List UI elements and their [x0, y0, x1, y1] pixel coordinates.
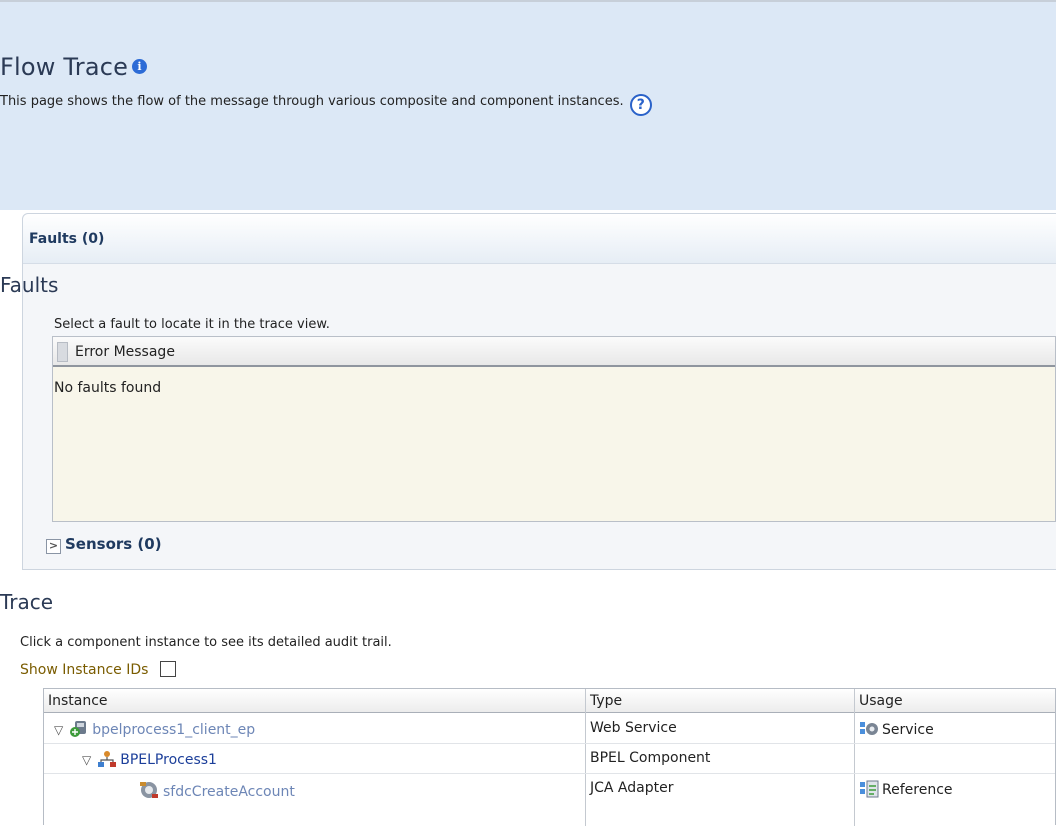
usage-cell: Reference [859, 780, 953, 802]
instance-cell: ▽ bpelprocess1_client_ep [54, 720, 255, 742]
service-icon [859, 720, 879, 742]
type-cell: Web Service [590, 720, 677, 736]
no-faults-text: No faults found [54, 380, 162, 396]
expand-chevron-icon[interactable]: > [46, 539, 61, 554]
error-message-column-header[interactable]: Error Message [75, 344, 175, 360]
show-instance-ids-label: Show Instance IDs [20, 662, 149, 678]
info-icon[interactable]: i [132, 59, 148, 74]
show-instance-ids-control[interactable]: Show Instance IDs [20, 661, 177, 678]
instance-cell: sfdcCreateAccount [138, 780, 295, 804]
web-service-icon [69, 720, 89, 742]
type-column-header[interactable]: Type [590, 693, 622, 709]
trace-instruction: Click a component instance to see its de… [20, 635, 392, 650]
help-icon[interactable]: ? [629, 94, 652, 116]
sensors-section-toggle[interactable]: > Sensors (0) [46, 535, 162, 554]
instance-link[interactable]: bpelprocess1_client_ep [92, 722, 255, 738]
trace-table: Instance Type Usage ▽ bpelprocess1_clien… [43, 688, 1056, 826]
table-row[interactable]: ▽ BPELProcess1 BPEL Component [44, 744, 1055, 773]
faults-panel-header[interactable]: Faults (0) [23, 214, 1056, 264]
instance-cell: ▽ BPELProcess1 [82, 750, 217, 772]
sensors-label: Sensors (0) [65, 535, 162, 553]
instance-link[interactable]: BPELProcess1 [120, 752, 217, 768]
usage-label: Service [882, 722, 934, 738]
type-cell: JCA Adapter [590, 780, 674, 796]
instance-link[interactable]: sfdcCreateAccount [163, 784, 295, 800]
collapse-toggle-icon[interactable]: ▽ [82, 753, 91, 767]
trace-heading: Trace [0, 590, 54, 614]
trace-table-header: Instance Type Usage [44, 689, 1055, 713]
usage-cell: Service [859, 720, 934, 742]
show-instance-ids-checkbox[interactable] [160, 661, 177, 677]
adapter-icon [138, 780, 160, 804]
page-description: This page shows the flow of the message … [0, 94, 652, 116]
bpel-component-icon [97, 750, 117, 772]
faults-table-header[interactable]: Error Message [53, 337, 1055, 367]
table-row[interactable]: ▽ bpelprocess1_client_ep Web Service Ser… [44, 714, 1055, 743]
reference-icon [859, 780, 879, 802]
page-title: Flow Trace i [0, 53, 148, 81]
faults-heading: Faults [0, 273, 59, 297]
page-description-text: This page shows the flow of the message … [0, 94, 624, 109]
faults-instruction: Select a fault to locate it in the trace… [54, 317, 330, 332]
column-select-handle[interactable] [57, 342, 68, 362]
type-cell: BPEL Component [590, 750, 711, 766]
usage-column-header[interactable]: Usage [859, 693, 903, 709]
collapse-toggle-icon[interactable]: ▽ [54, 723, 63, 737]
table-row[interactable]: sfdcCreateAccount JCA Adapter Reference [44, 774, 1055, 803]
faults-table: Error Message [52, 336, 1056, 522]
faults-panel-header-label: Faults (0) [29, 231, 105, 247]
usage-label: Reference [882, 782, 953, 798]
page-title-text: Flow Trace [0, 53, 129, 81]
instance-column-header[interactable]: Instance [48, 693, 108, 709]
